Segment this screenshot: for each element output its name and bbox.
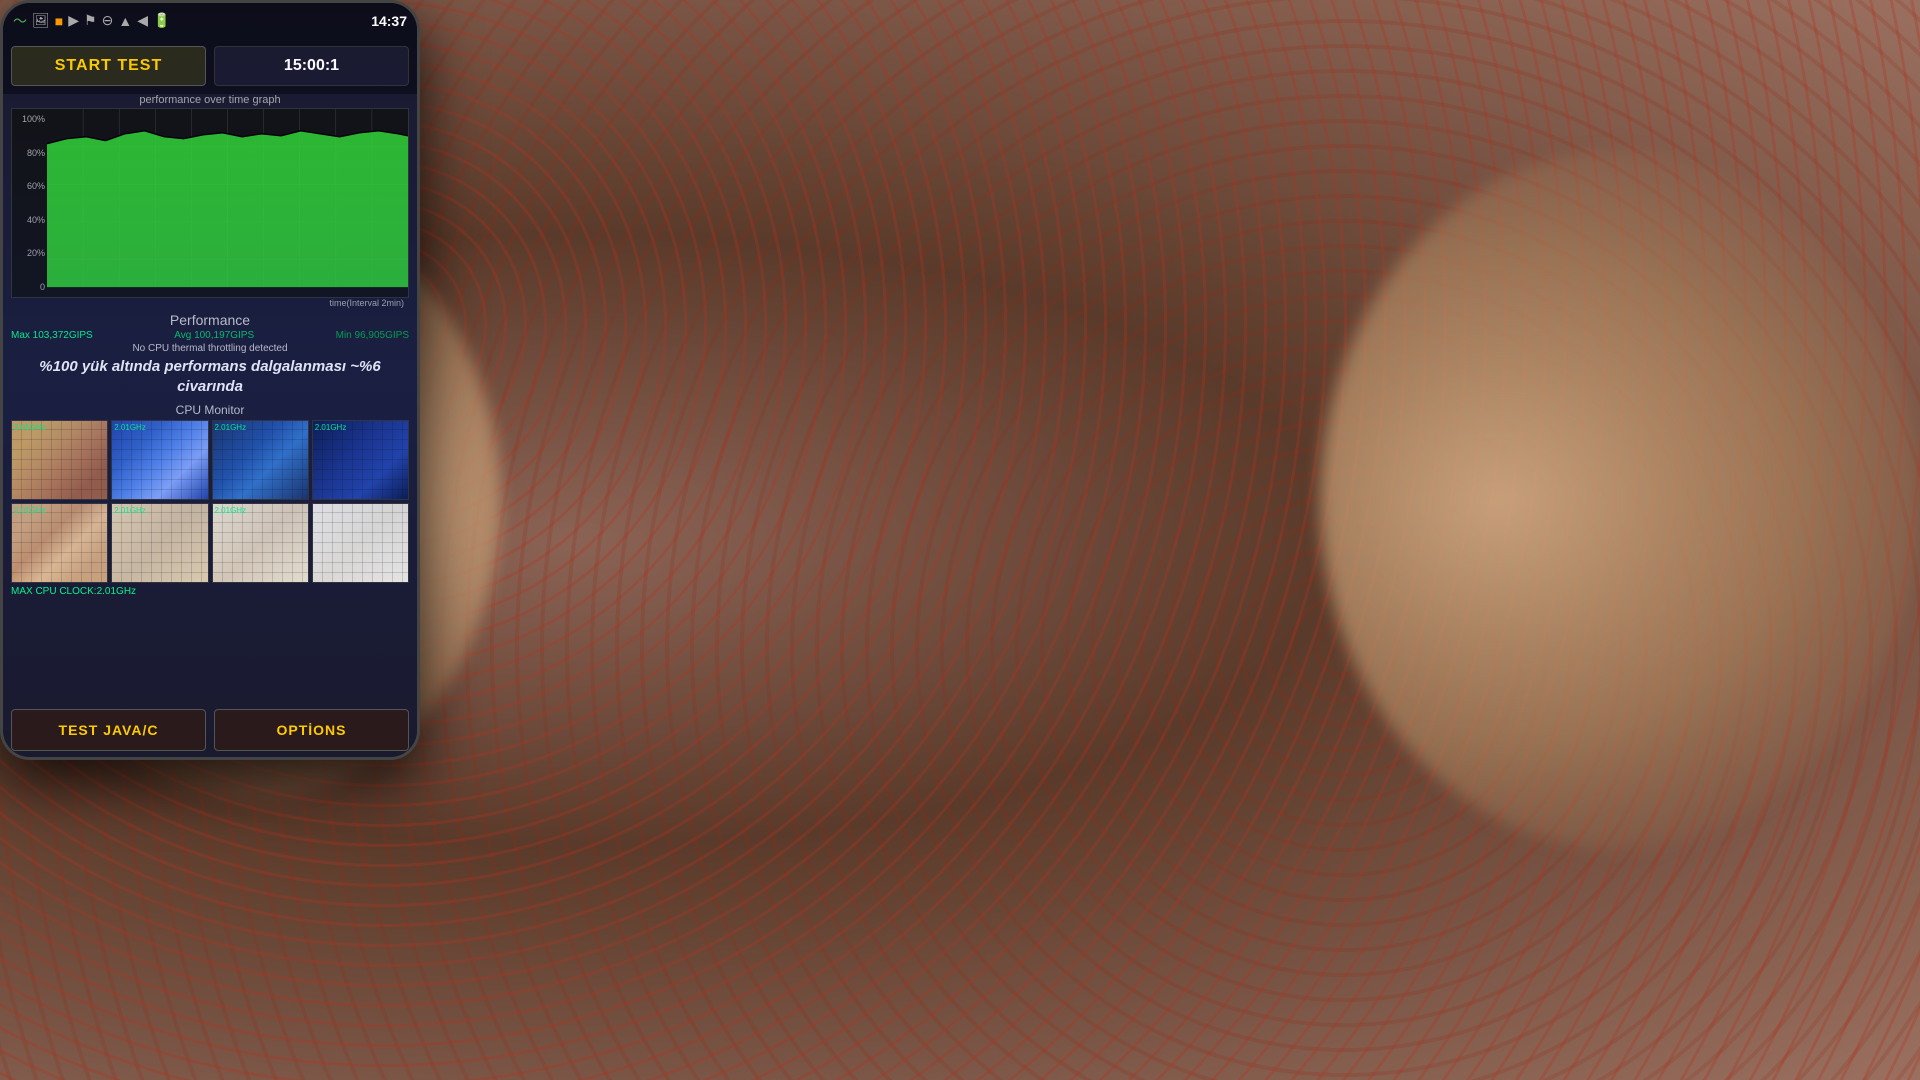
graph-title: performance over time graph [11, 94, 409, 106]
max-cpu-info: MAX CPU CLOCK:2.01GHz [3, 583, 417, 600]
wifi-icon: ▲ [118, 13, 132, 29]
status-icons: 〜 🖼 ■ ▶ ⚑ ⊖ ▲ ◀ 🔋 [13, 11, 365, 31]
y-label-0: 0 [14, 282, 45, 292]
y-label-80: 80% [14, 148, 45, 158]
graph-section: performance over time graph 100% 80% 60%… [3, 94, 417, 308]
cpu-cell-1: 2.01GHz [111, 420, 208, 500]
timer-display: 15:00:1 [214, 46, 409, 86]
cpu-freq-1: 2.01GHz [114, 423, 146, 432]
battery-icon: 🔋 [153, 12, 170, 29]
play-icon: ▶ [68, 12, 79, 29]
cpu-grid: 2.01GHz 2.01GHz 2.01GHz 2.01GHz 2.0 [3, 420, 417, 583]
photo-icon: 🖼 [32, 12, 50, 29]
cpu-freq-6: 2.01GHz [215, 506, 247, 515]
cpu-cell-6: 2.01GHz [212, 503, 309, 583]
test-java-c-button[interactable]: TEST JAVA/C [11, 709, 206, 751]
bottom-buttons: TEST JAVA/C OPTİONS [3, 703, 417, 757]
minus-icon: ⊖ [102, 12, 114, 29]
y-label-40: 40% [14, 215, 45, 225]
stat-max: Max 103,372GIPS [11, 330, 93, 341]
cpu-freq-2: 2.01GHz [215, 423, 247, 432]
top-row: START TEST 15:00:1 [3, 38, 417, 94]
cpu-freq-0: 2.01GHz [14, 423, 46, 432]
cpu-freq-5: 2.01GHz [114, 506, 146, 515]
app-content: START TEST 15:00:1 performance over time… [3, 38, 417, 757]
signal-icon: ◀ [137, 12, 148, 29]
status-time: 14:37 [371, 13, 407, 29]
performance-section: Performance Max 103,372GIPS Avg 100,197G… [3, 308, 417, 403]
graph-area [47, 109, 408, 297]
cpu-cell-0: 2.01GHz [11, 420, 108, 500]
stat-avg: Avg 100,197GIPS [174, 330, 254, 341]
graph-y-labels: 100% 80% 60% 40% 20% 0 [12, 109, 47, 297]
cpu-freq-3: 2.01GHz [315, 423, 347, 432]
wave-icon: 〜 [13, 11, 27, 31]
cpu-cell-5: 2.01GHz [111, 503, 208, 583]
y-label-60: 60% [14, 181, 45, 191]
graph-container: 100% 80% 60% 40% 20% 0 [11, 108, 409, 298]
y-label-20: 20% [14, 248, 45, 258]
performance-note: %100 yük altında performans dalgalanması… [11, 357, 409, 396]
cpu-freq-4: 2.01GHz [14, 506, 46, 515]
performance-title: Performance [11, 312, 409, 328]
status-bar: 〜 🖼 ■ ▶ ⚑ ⊖ ▲ ◀ 🔋 14:37 [3, 3, 417, 38]
graph-time-label: time(Interval 2min) [11, 298, 409, 308]
cpu-monitor-label: CPU Monitor [3, 403, 417, 417]
graph-svg [47, 109, 408, 297]
cpu-cell-2: 2.01GHz [212, 420, 309, 500]
square-icon: ■ [55, 13, 63, 29]
stat-min: Min 96,905GIPS [336, 330, 409, 341]
cpu-cell-7 [312, 503, 409, 583]
cpu-cell-4: 2.01GHz [11, 503, 108, 583]
options-button[interactable]: OPTİONS [214, 709, 409, 751]
performance-stats: Max 103,372GIPS Avg 100,197GIPS Min 96,9… [11, 330, 409, 341]
y-label-100: 100% [14, 114, 45, 124]
start-test-button[interactable]: START TEST [11, 46, 206, 86]
cpu-cell-3: 2.01GHz [312, 420, 409, 500]
flag-icon: ⚑ [84, 12, 97, 29]
throttle-status: No CPU thermal throttling detected [11, 343, 409, 354]
